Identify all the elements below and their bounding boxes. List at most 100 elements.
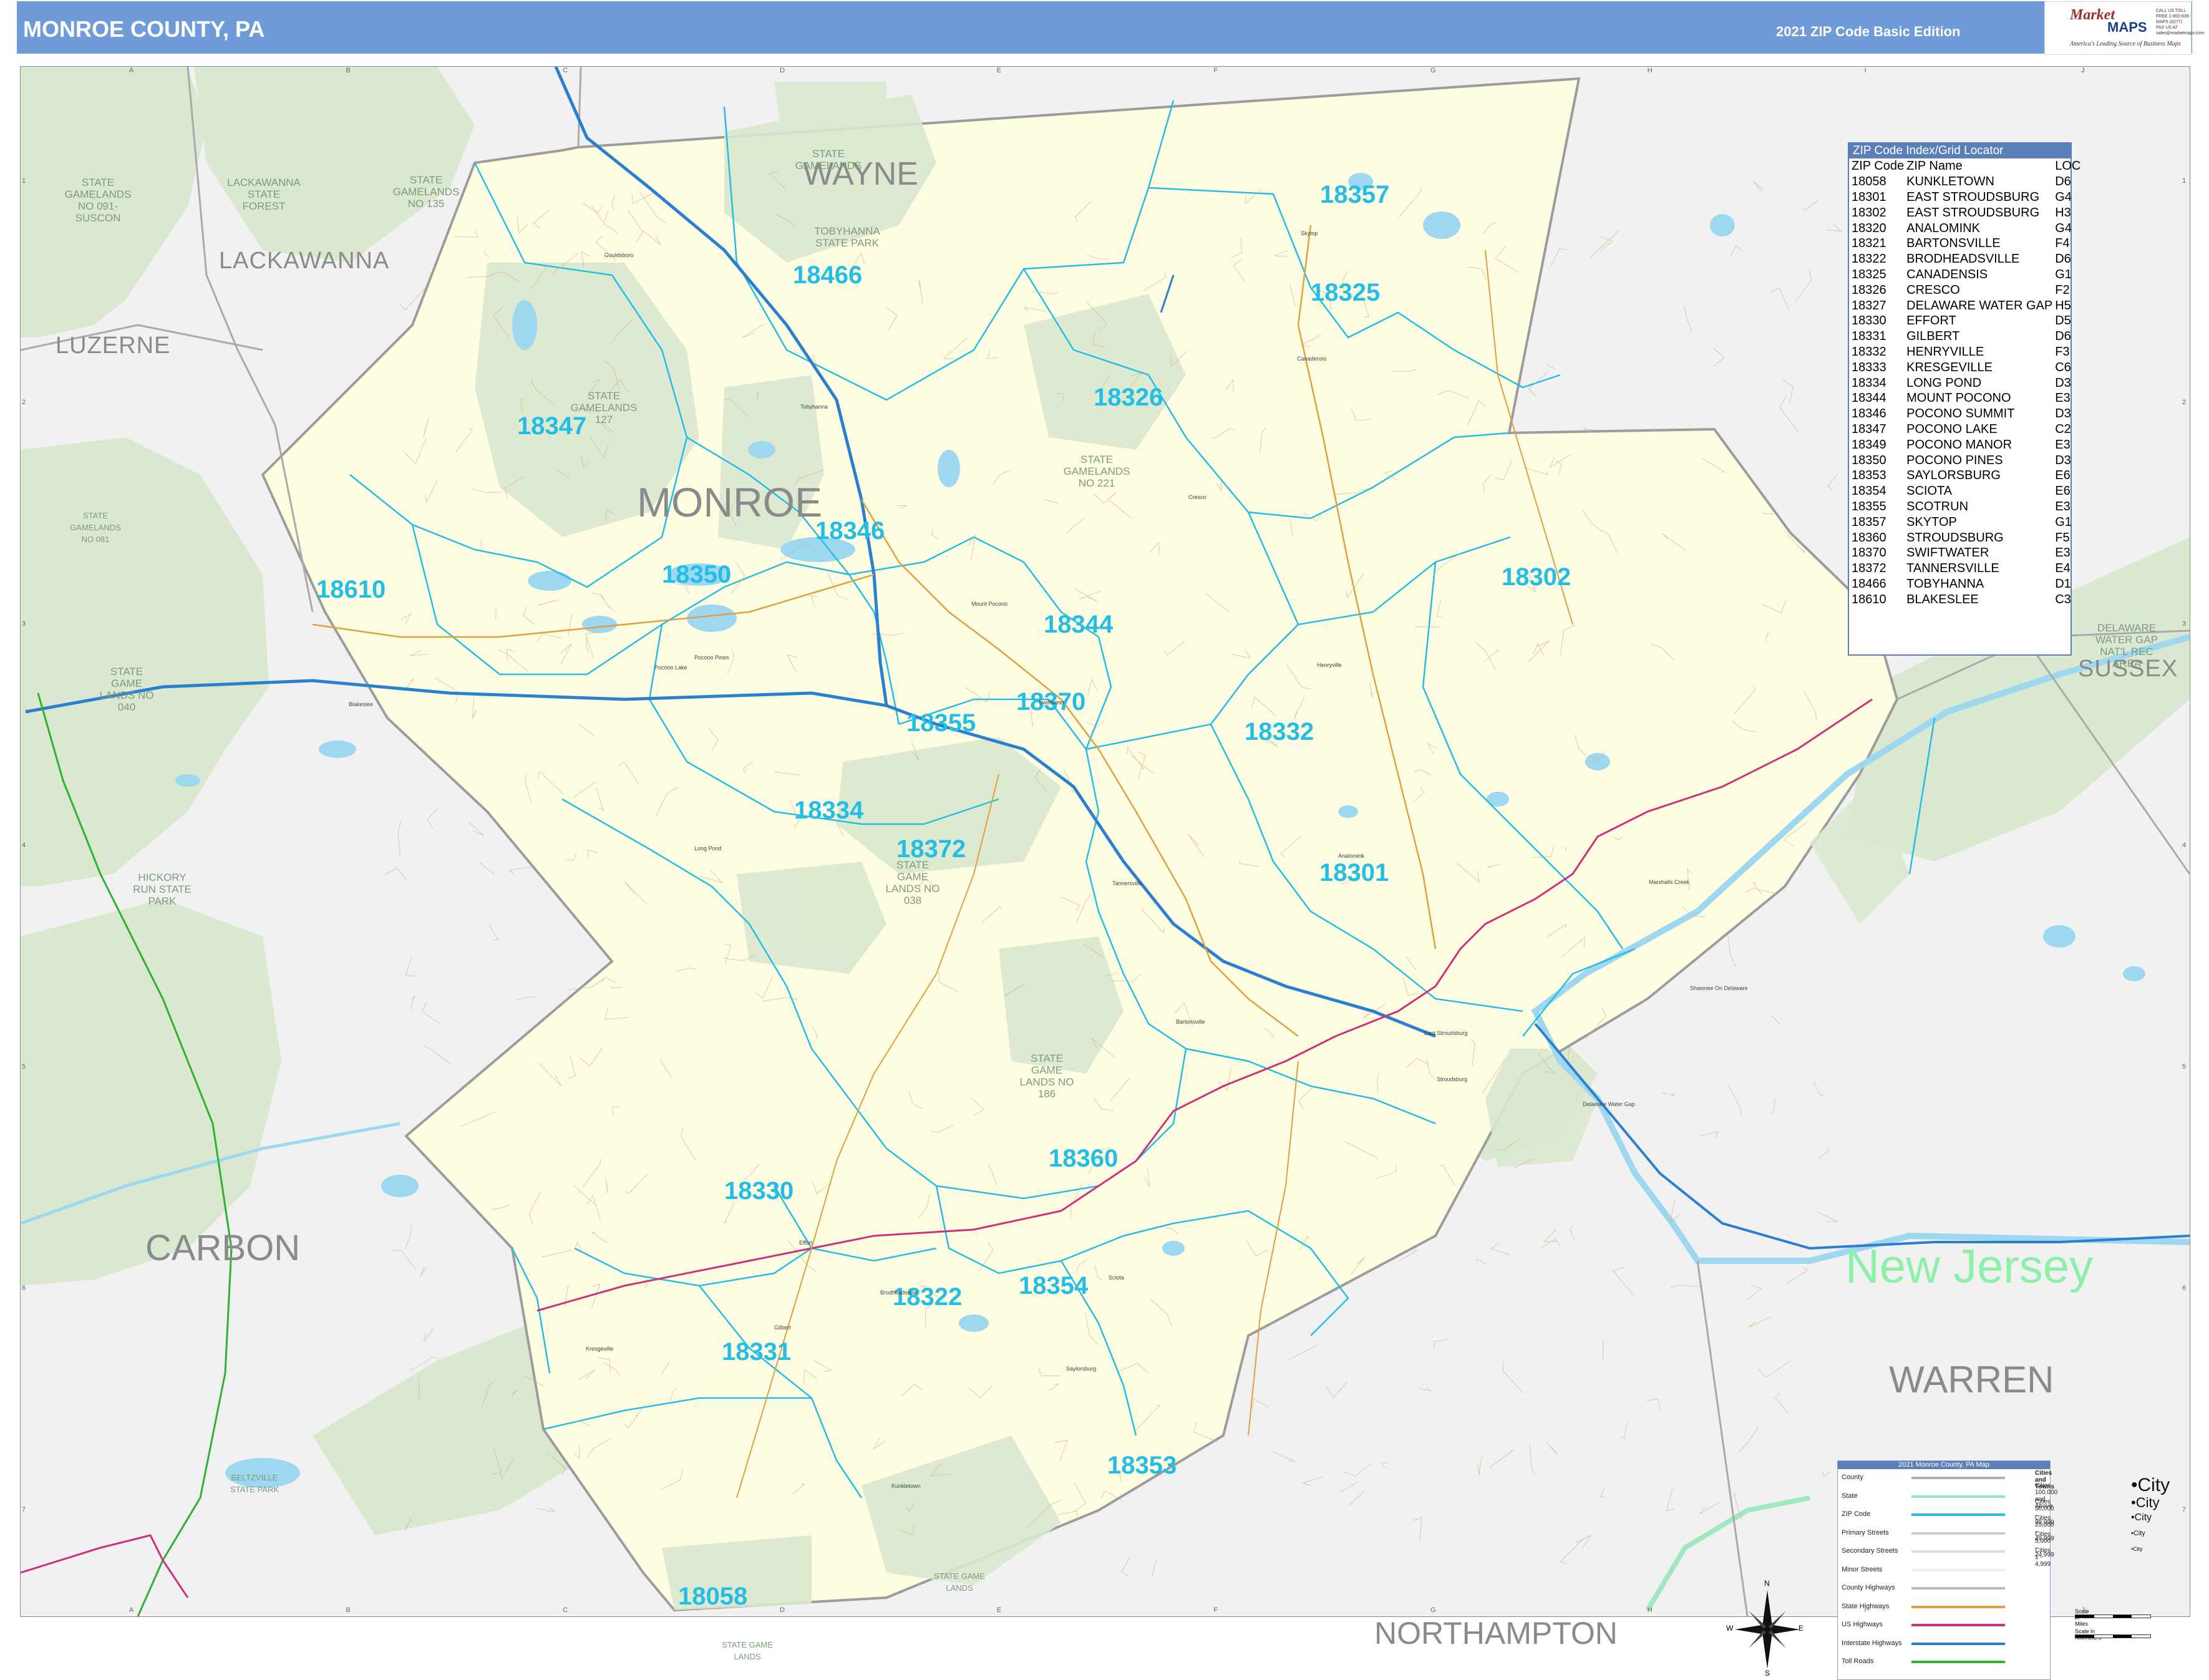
state-label-new-jersey: New Jersey <box>1845 1240 2093 1294</box>
zip-code-cell: 18370 <box>1849 545 1904 561</box>
zip-index-row[interactable]: 18610BLAKESLEEC3 <box>1849 591 2080 607</box>
zip-label-18332[interactable]: 18332 <box>1245 718 1314 746</box>
zip-label-18322[interactable]: 18322 <box>893 1283 962 1311</box>
zip-code-cell: 18347 <box>1849 422 1904 437</box>
zip-index-row[interactable]: 18332HENRYVILLEF3 <box>1849 344 2080 360</box>
zip-label-18360[interactable]: 18360 <box>1049 1145 1118 1173</box>
zip-name-cell: POCONO MANOR <box>1904 437 2052 452</box>
zip-label-18344[interactable]: 18344 <box>1044 611 1113 639</box>
county-label-luzerne: LUZERNE <box>56 333 170 359</box>
zip-name-cell: EAST STROUDSBURG <box>1904 190 2052 205</box>
zip-name-cell: ANALOMINK <box>1904 220 2052 236</box>
county-label-carbon: CARBON <box>145 1227 300 1269</box>
zip-label-18610[interactable]: 18610 <box>316 576 386 604</box>
grid-loc-cell: E3 <box>2052 437 2080 452</box>
zip-code-cell: 18344 <box>1849 391 1904 406</box>
zip-code-cell: 18350 <box>1849 452 1904 468</box>
zip-index-row[interactable]: 18325CANADENSISG1 <box>1849 267 2080 283</box>
zip-name-cell: STROUDSBURG <box>1904 530 2052 545</box>
zip-index-row[interactable]: 18302EAST STROUDSBURGH3 <box>1849 205 2080 220</box>
zip-index-row[interactable]: 18320ANALOMINKG4 <box>1849 220 2080 236</box>
zip-label-18302[interactable]: 18302 <box>1502 563 1571 591</box>
grid-number: 1 <box>2182 177 2186 185</box>
zip-label-18058[interactable]: 18058 <box>678 1583 747 1611</box>
street-segment <box>1565 847 1566 850</box>
grid-loc-cell: F3 <box>2052 344 2080 360</box>
park-label: LACKAWANNA STATE FOREST <box>226 177 301 212</box>
zip-index-row[interactable]: 18370SWIFTWATERE3 <box>1849 545 2080 561</box>
zip-name-cell: POCONO PINES <box>1904 452 2052 468</box>
zip-label-18353[interactable]: 18353 <box>1107 1452 1177 1480</box>
zip-index-row[interactable]: 18334LONG PONDD3 <box>1849 375 2080 391</box>
zip-code-cell: 18466 <box>1849 576 1904 592</box>
zip-label-18326[interactable]: 18326 <box>1094 384 1163 412</box>
grid-loc-cell: G1 <box>2052 267 2080 283</box>
zip-name-cell: HENRYVILLE <box>1904 344 2052 360</box>
zip-index-row[interactable]: 18333KRESGEVILLEC6 <box>1849 359 2080 375</box>
zip-label-18331[interactable]: 18331 <box>722 1338 791 1366</box>
zip-label-18347[interactable]: 18347 <box>517 412 586 440</box>
grid-number: 4 <box>22 842 26 849</box>
zip-label-18325[interactable]: 18325 <box>1311 279 1380 307</box>
zip-index-row[interactable]: 18058KUNKLETOWND6 <box>1849 174 2080 190</box>
legend-item-symbol <box>1911 1569 2005 1571</box>
zip-index-row[interactable]: 18357SKYTOPG1 <box>1849 514 2080 530</box>
town-label: Blakeslee <box>349 701 373 707</box>
zip-index-row[interactable]: 18349POCONO MANORE3 <box>1849 437 2080 452</box>
zip-label-18346[interactable]: 18346 <box>815 517 885 545</box>
zip-name-cell: CRESCO <box>1904 282 2052 298</box>
zip-name-cell: SKYTOP <box>1904 514 2052 530</box>
zip-index-row[interactable]: 18346POCONO SUMMITD3 <box>1849 406 2080 422</box>
zip-index-row[interactable]: 18327DELAWARE WATER GAPH5 <box>1849 298 2080 313</box>
grid-letter: D <box>780 1606 785 1614</box>
grid-letter: G <box>1430 67 1436 74</box>
zip-code-cell: 18331 <box>1849 329 1904 344</box>
grid-letter: D <box>780 67 785 74</box>
map-legend: 2021 Monroe County, PA Map CountyStateZI… <box>1837 1460 2051 1680</box>
legend-city-sample: •City <box>2131 1475 2170 1496</box>
zip-label-18354[interactable]: 18354 <box>1019 1272 1088 1300</box>
zip-index-row[interactable]: 18330EFFORTD5 <box>1849 313 2080 329</box>
zip-label-18372[interactable]: 18372 <box>896 835 966 863</box>
zip-index-row[interactable]: 18360STROUDSBURGF5 <box>1849 530 2080 545</box>
park-label: STATE GAME LANDS <box>931 1570 988 1594</box>
header-bar: MONROE COUNTY, PA 2021 ZIP Code Basic Ed… <box>17 1 2192 54</box>
zip-index-row[interactable]: 18301EAST STROUDSBURGG4 <box>1849 190 2080 205</box>
zip-index-table: ZIP CodeZIP NameLOC18058KUNKLETOWND61830… <box>1849 158 2080 607</box>
park-label: STATE GAMELANDS NO 081 <box>64 510 127 545</box>
zip-index-row[interactable]: 18355SCOTRUNE3 <box>1849 499 2080 515</box>
zip-name-cell: BRODHEADSVILLE <box>1904 251 2052 267</box>
logo-maps-text: MAPS <box>2107 19 2147 36</box>
zip-index-row[interactable]: 18372TANNERSVILLEE4 <box>1849 561 2080 576</box>
grid-loc-cell: C2 <box>2052 422 2080 437</box>
zip-index-row[interactable]: 18350POCONO PINESD3 <box>1849 452 2080 468</box>
zip-label-18357[interactable]: 18357 <box>1320 181 1389 209</box>
zip-index-row[interactable]: 18322BRODHEADSVILLED6 <box>1849 251 2080 267</box>
zip-label-18301[interactable]: 18301 <box>1319 859 1389 887</box>
zip-label-18350[interactable]: 18350 <box>662 561 731 589</box>
zip-index-row[interactable]: 18344MOUNT POCONOE3 <box>1849 391 2080 406</box>
town-label: Skytop <box>1301 230 1318 236</box>
zip-label-18334[interactable]: 18334 <box>794 797 863 825</box>
zip-index-row[interactable]: 18326CRESCOF2 <box>1849 282 2080 298</box>
zip-index-row[interactable]: 18321BARTONSVILLEF4 <box>1849 236 2080 251</box>
zip-name-cell: GILBERT <box>1904 329 2052 344</box>
town-label: Tannersville <box>1112 880 1142 886</box>
zip-index-row[interactable]: 18466TOBYHANNAD1 <box>1849 576 2080 592</box>
park-label: STATE GAMELANDS NO 091- SUSCON <box>61 177 135 224</box>
zip-index-row[interactable]: 18347POCONO LAKEC2 <box>1849 422 2080 437</box>
zip-label-18330[interactable]: 18330 <box>724 1177 794 1205</box>
legend-item-symbol <box>1911 1495 2005 1498</box>
zip-label-18355[interactable]: 18355 <box>906 709 976 737</box>
grid-number: 5 <box>2182 1063 2186 1071</box>
zip-index-row[interactable]: 18354SCIOTAE6 <box>1849 483 2080 499</box>
grid-loc-cell: H3 <box>2052 205 2080 220</box>
legend-item-symbol <box>1911 1624 2005 1626</box>
grid-loc-cell: C6 <box>2052 359 2080 375</box>
zip-index-row[interactable]: 18331GILBERTD6 <box>1849 329 2080 344</box>
grid-loc-cell: H5 <box>2052 298 2080 313</box>
zip-name-cell: POCONO LAKE <box>1904 422 2052 437</box>
zip-index-row[interactable]: 18353SAYLORSBURGE6 <box>1849 468 2080 483</box>
zip-code-cell: 18301 <box>1849 190 1904 205</box>
zip-label-18466[interactable]: 18466 <box>793 261 862 289</box>
